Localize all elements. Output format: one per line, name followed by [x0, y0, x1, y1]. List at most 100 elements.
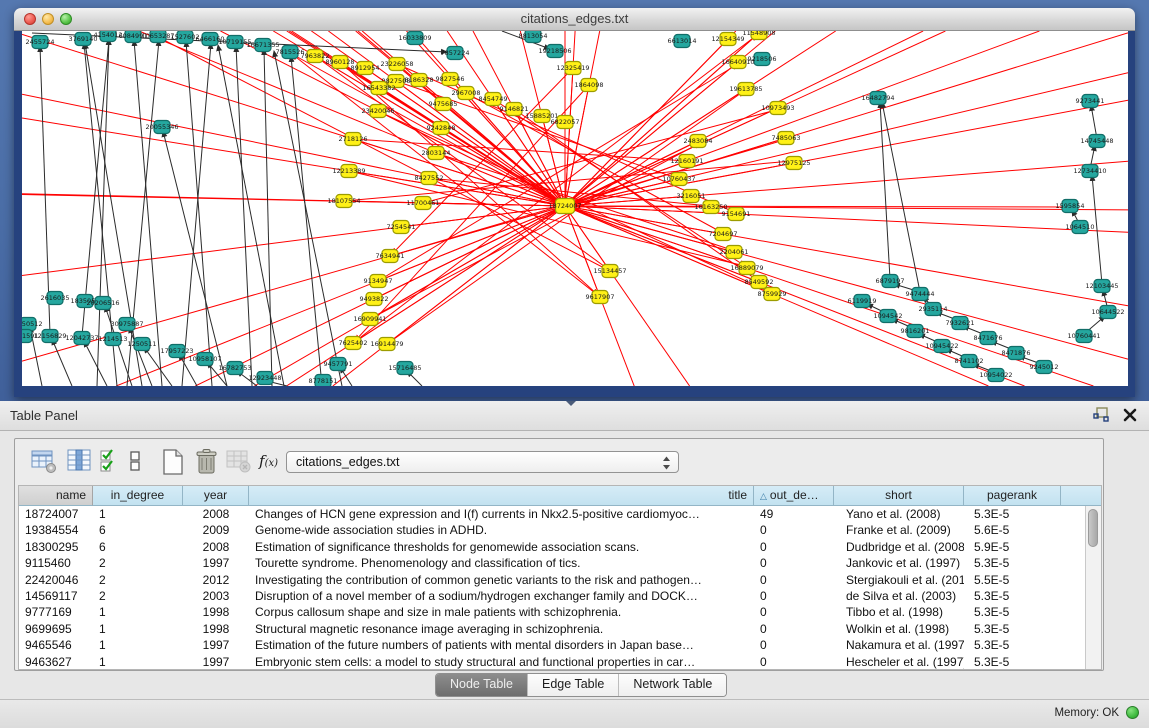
table-cell[interactable]: 2009	[183, 522, 249, 538]
network-node[interactable]: 12923448	[248, 372, 281, 385]
table-cell[interactable]: 0	[754, 637, 834, 653]
table-cell[interactable]: 19384554	[19, 522, 93, 538]
network-node[interactable]: 2455724	[26, 36, 55, 49]
close-icon[interactable]	[1123, 408, 1137, 422]
network-node[interactable]: 9457791	[324, 358, 353, 371]
table-cell[interactable]: de Silva et al. (2003)	[834, 588, 964, 604]
table-cell[interactable]: 2003	[183, 588, 249, 604]
network-node[interactable]: 16033809	[398, 32, 431, 45]
network-node[interactable]: 6822057	[551, 116, 580, 129]
network-node[interactable]: 9245012	[1030, 361, 1059, 374]
tab-network-table[interactable]: Network Table	[619, 674, 726, 696]
network-node[interactable]: 12975125	[777, 157, 810, 170]
table-row[interactable]: 977716911998Corpus callosum shape and si…	[19, 604, 1086, 620]
table-cell[interactable]: 14569117	[19, 588, 93, 604]
table-cell[interactable]: Stergiakouli et al. (2012)	[834, 572, 964, 588]
table-cell[interactable]: 0	[754, 588, 834, 604]
network-node[interactable]: 7625402	[339, 337, 368, 350]
table-cell[interactable]: 5.3E-5	[964, 604, 1061, 620]
network-node[interactable]: 11548908	[742, 31, 775, 40]
network-window[interactable]: citations_edges.txt 24557243769140415401…	[14, 8, 1135, 397]
network-node[interactable]: 9617907	[586, 291, 615, 304]
table-row[interactable]: 1938455462009Genome-wide association stu…	[19, 522, 1086, 538]
table-cell[interactable]: 1	[93, 506, 183, 522]
table-cell[interactable]: 5.6E-5	[964, 522, 1061, 538]
network-node[interactable]: 2616035	[41, 292, 70, 305]
table-selector-dropdown[interactable]: citations_edges.txt	[286, 451, 679, 473]
network-node[interactable]: 10644522	[1091, 306, 1124, 319]
network-node[interactable]: 9816201	[901, 325, 930, 338]
table-cell[interactable]: 9463627	[19, 654, 93, 669]
table-cell[interactable]: 2008	[183, 506, 249, 522]
table-panel-header[interactable]: Table Panel	[0, 401, 1149, 431]
table-row[interactable]: 1872400712008Changes of HCN gene express…	[19, 506, 1086, 522]
network-node[interactable]: 12042737	[65, 332, 98, 345]
table-cell[interactable]: 2008	[183, 539, 249, 555]
panel-splitter-handle[interactable]	[566, 401, 576, 406]
float-window-icon[interactable]	[1093, 407, 1109, 423]
table-cell[interactable]: Investigating the contribution of common…	[249, 572, 754, 588]
network-node[interactable]: 12734410	[1073, 165, 1106, 178]
network-node[interactable]: 16914479	[370, 338, 403, 351]
network-node[interactable]: 8471676	[974, 332, 1003, 345]
table-vertical-scrollbar[interactable]	[1085, 506, 1101, 669]
network-node[interactable]: 1064510	[1066, 221, 1095, 234]
table-cell[interactable]: 2	[93, 555, 183, 571]
table-cell[interactable]: Embryonic stem cells: a model to study s…	[249, 654, 754, 669]
table-cell[interactable]: Yano et al. (2008)	[834, 506, 964, 522]
table-row[interactable]: 1456911722003Disruption of a novel membe…	[19, 588, 1086, 604]
network-node[interactable]: 3216051	[677, 190, 706, 203]
network-node[interactable]: 30975887	[110, 318, 143, 331]
network-node[interactable]: 9827546	[436, 73, 465, 86]
network-node[interactable]: 15134457	[593, 265, 626, 278]
column-header-name[interactable]: name	[19, 486, 93, 506]
table-cell[interactable]: Dudbridge et al. (2008)	[834, 539, 964, 555]
tab-node-table[interactable]: Node Table	[436, 674, 528, 696]
table-cell[interactable]: 0	[754, 522, 834, 538]
network-node[interactable]: 18107554	[327, 195, 360, 208]
table-cell[interactable]: Nakamura et al. (1997)	[834, 637, 964, 653]
table-cell[interactable]: 5.3E-5	[964, 621, 1061, 637]
table-cell[interactable]: 18300295	[19, 539, 93, 555]
table-cell[interactable]: Jankovic et al. (1997)	[834, 555, 964, 571]
table-cell[interactable]: 9465546	[19, 637, 93, 653]
table-cell[interactable]: Genome-wide association studies in ADHD.	[249, 522, 754, 538]
network-node[interactable]: 6119919	[848, 295, 877, 308]
network-node[interactable]: 7254541	[387, 221, 416, 234]
column-header-in_degree[interactable]: in_degree	[93, 486, 183, 506]
table-cell[interactable]: Hescheler et al. (1997)	[834, 654, 964, 669]
function-builder-icon[interactable]: f(x)	[259, 452, 278, 470]
network-node[interactable]: 7204697	[709, 228, 738, 241]
network-node[interactable]: 12156829	[33, 330, 66, 343]
network-node[interactable]: 9154691	[722, 208, 751, 221]
table-cell[interactable]: Tibbo et al. (1998)	[834, 604, 964, 620]
new-table-icon[interactable]	[161, 448, 185, 481]
network-node[interactable]: 8471876	[1002, 347, 1031, 360]
table-cell[interactable]: 1997	[183, 637, 249, 653]
network-node[interactable]: 16909941	[353, 313, 386, 326]
table-cell[interactable]: 1	[93, 637, 183, 653]
table-cell[interactable]: Disruption of a novel member of a sodium…	[249, 588, 754, 604]
table-cell[interactable]: 22420046	[19, 572, 93, 588]
network-node[interactable]: 1250511	[128, 338, 157, 351]
table-cell[interactable]: Estimation of the future numbers of pati…	[249, 637, 754, 653]
table-cell[interactable]: Changes of HCN gene expression and I(f) …	[249, 506, 754, 522]
table-cell[interactable]: 6	[93, 539, 183, 555]
table-row[interactable]: 1830029562008Estimation of significance …	[19, 539, 1086, 555]
table-cell[interactable]: 5.3E-5	[964, 506, 1061, 522]
network-node[interactable]: 12103445	[1085, 280, 1118, 293]
table-cell[interactable]: 5.3E-5	[964, 654, 1061, 669]
network-node[interactable]: 1214513	[99, 333, 128, 346]
network-node[interactable]: 8778151	[309, 375, 338, 387]
table-row[interactable]: 946554611997Estimation of the future num…	[19, 637, 1086, 653]
table-cell[interactable]: 5.3E-5	[964, 555, 1061, 571]
table-body[interactable]: 1872400712008Changes of HCN gene express…	[19, 506, 1086, 669]
network-node[interactable]: 1864098	[575, 79, 604, 92]
network-node[interactable]: 9474444	[906, 288, 935, 301]
table-cell[interactable]: Estimation of significance thresholds fo…	[249, 539, 754, 555]
scrollbar-thumb[interactable]	[1088, 509, 1098, 547]
table-cell[interactable]: 49	[754, 506, 834, 522]
network-node[interactable]: 1595854	[1056, 200, 1085, 213]
table-cell[interactable]: 1	[93, 621, 183, 637]
network-node[interactable]: 14745448	[1080, 135, 1113, 148]
